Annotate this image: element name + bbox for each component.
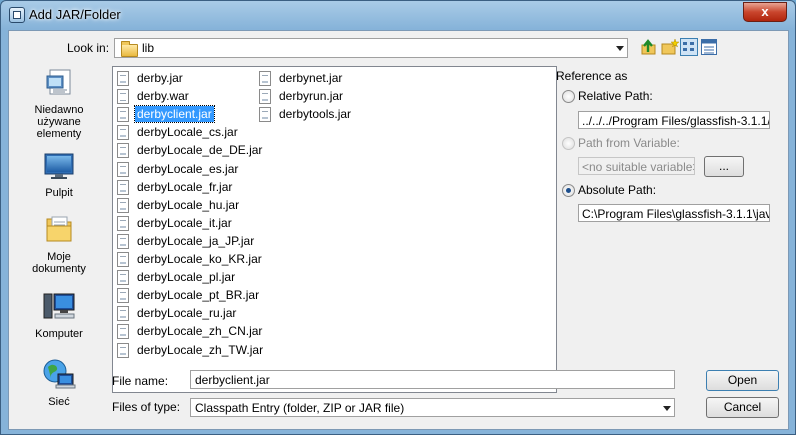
jar-file-icon [117, 197, 129, 213]
file-type-combo[interactable]: Classpath Entry (folder, ZIP or JAR file… [190, 398, 675, 417]
jar-file-icon [117, 215, 129, 231]
file-icon [117, 89, 129, 105]
file-name: derbyLocale_ja_JP.jar [137, 233, 255, 248]
jar-file-icon [259, 107, 271, 123]
new-folder-icon[interactable] [661, 38, 679, 56]
file-type-value: Classpath Entry (folder, ZIP or JAR file… [195, 401, 405, 415]
up-folder-icon[interactable] [640, 38, 658, 56]
close-button[interactable]: x [743, 2, 787, 22]
place-label: Pulpit [45, 187, 73, 199]
documents-folder-icon [46, 216, 72, 242]
place-documents[interactable]: Moje dokumenty [19, 213, 99, 275]
jar-file-icon [117, 270, 129, 286]
file-name-input[interactable]: derbyclient.jar [190, 370, 675, 389]
place-label: Komputer [35, 328, 83, 340]
place-label: Sieć [48, 396, 70, 408]
file-name: derbyLocale_zh_CN.jar [137, 324, 263, 339]
file-name: derbyLocale_ru.jar [137, 306, 237, 321]
file-list[interactable]: derby.jar derby.war derbyclient.jar derbyLo… [112, 66, 557, 393]
jar-file-icon [259, 71, 271, 86]
jar-file-icon [117, 125, 129, 141]
open-button[interactable]: Open [706, 370, 779, 391]
jar-file-icon [117, 143, 129, 159]
look-in-label: Look in: [67, 41, 110, 55]
absolute-path-radio[interactable] [562, 184, 575, 197]
place-label: dokumenty [32, 263, 86, 275]
jar-file-icon [117, 179, 129, 195]
file-name: derbyLocale_zh_TW.jar [137, 342, 264, 357]
jar-file-icon [117, 71, 129, 86]
file-name: derbyrun.jar [279, 89, 344, 104]
file-name: derbyLocale_fr.jar [137, 179, 233, 194]
list-view-icon[interactable] [680, 38, 698, 56]
jar-file-icon [259, 89, 271, 105]
jar-file-icon [117, 306, 129, 322]
dialog-window: Add JAR/Folder x Look in: lib Niedawno u… [0, 0, 796, 435]
reference-heading: Reference as [556, 69, 628, 83]
jar-file-icon [117, 161, 129, 177]
file-name: derby.jar [137, 71, 183, 85]
place-label: Moje [47, 251, 71, 263]
file-name: derbyLocale_it.jar [137, 215, 232, 230]
look-in-combo[interactable]: lib [114, 38, 628, 58]
files-of-type-label: Files of type: [112, 400, 181, 414]
place-label: Niedawno [34, 104, 84, 116]
chevron-down-icon [663, 406, 671, 411]
file-name-label: File name: [112, 374, 169, 388]
file-name: derbyLocale_ko_KR.jar [137, 252, 262, 266]
place-recent-items[interactable]: Niedawno używane elementy [19, 66, 99, 140]
file-name: derbyLocale_cs.jar [137, 125, 238, 140]
dialog-body: Look in: lib Niedawno używane elementy P… [8, 30, 789, 430]
relative-path-label: Relative Path: [578, 89, 653, 103]
jar-file-icon [117, 107, 129, 123]
file-name: derbyLocale_pl.jar [137, 270, 236, 285]
cancel-button[interactable]: Cancel [706, 397, 779, 418]
file-name: derbyLocale_de_DE.jar [137, 143, 263, 158]
file-name: derbyclient.jar [134, 105, 215, 124]
file-name: derbyLocale_es.jar [137, 161, 239, 176]
look-in-value: lib [142, 41, 155, 55]
recent-items-icon [46, 69, 71, 95]
jar-file-icon [117, 342, 129, 358]
desktop-icon [44, 153, 74, 179]
absolute-path-field[interactable]: C:\Program Files\glassfish-3.1.1\javadl [578, 204, 770, 222]
jar-file-icon [117, 233, 129, 249]
chevron-down-icon [616, 46, 624, 51]
path-from-variable-label: Path from Variable: [578, 136, 680, 150]
file-name: derbyLocale_pt_BR.jar [137, 288, 260, 303]
details-view-icon[interactable] [700, 38, 718, 56]
place-label: elementy [36, 128, 82, 140]
file-name: derbynet.jar [279, 71, 343, 85]
relative-path-radio[interactable] [562, 90, 575, 103]
browse-variable-button[interactable]: ... [704, 156, 744, 177]
network-icon [43, 359, 76, 389]
place-computer[interactable]: Komputer [19, 290, 99, 340]
absolute-path-label: Absolute Path: [578, 183, 657, 197]
computer-icon [43, 293, 75, 319]
variable-select[interactable]: <no suitable variable> [578, 157, 695, 175]
relative-path-field[interactable]: ../../../Program Files/glassfish-3.1.1/j… [578, 111, 770, 129]
file-name: derbyLocale_hu.jar [137, 197, 240, 212]
place-label: używane [37, 116, 81, 128]
path-from-variable-radio[interactable] [562, 137, 575, 150]
jar-file-icon [117, 252, 129, 267]
title-bar[interactable]: Add JAR/Folder x [1, 1, 795, 29]
file-name: derbytools.jar [279, 107, 352, 122]
file-name: derby.war [137, 89, 189, 104]
window-title: Add JAR/Folder [29, 7, 121, 22]
folder-icon [121, 41, 138, 57]
place-network[interactable]: Sieć [19, 358, 99, 408]
jar-file-icon [117, 324, 129, 340]
window-icon [9, 7, 25, 23]
place-desktop[interactable]: Pulpit [19, 151, 99, 199]
jar-file-icon [117, 288, 129, 304]
